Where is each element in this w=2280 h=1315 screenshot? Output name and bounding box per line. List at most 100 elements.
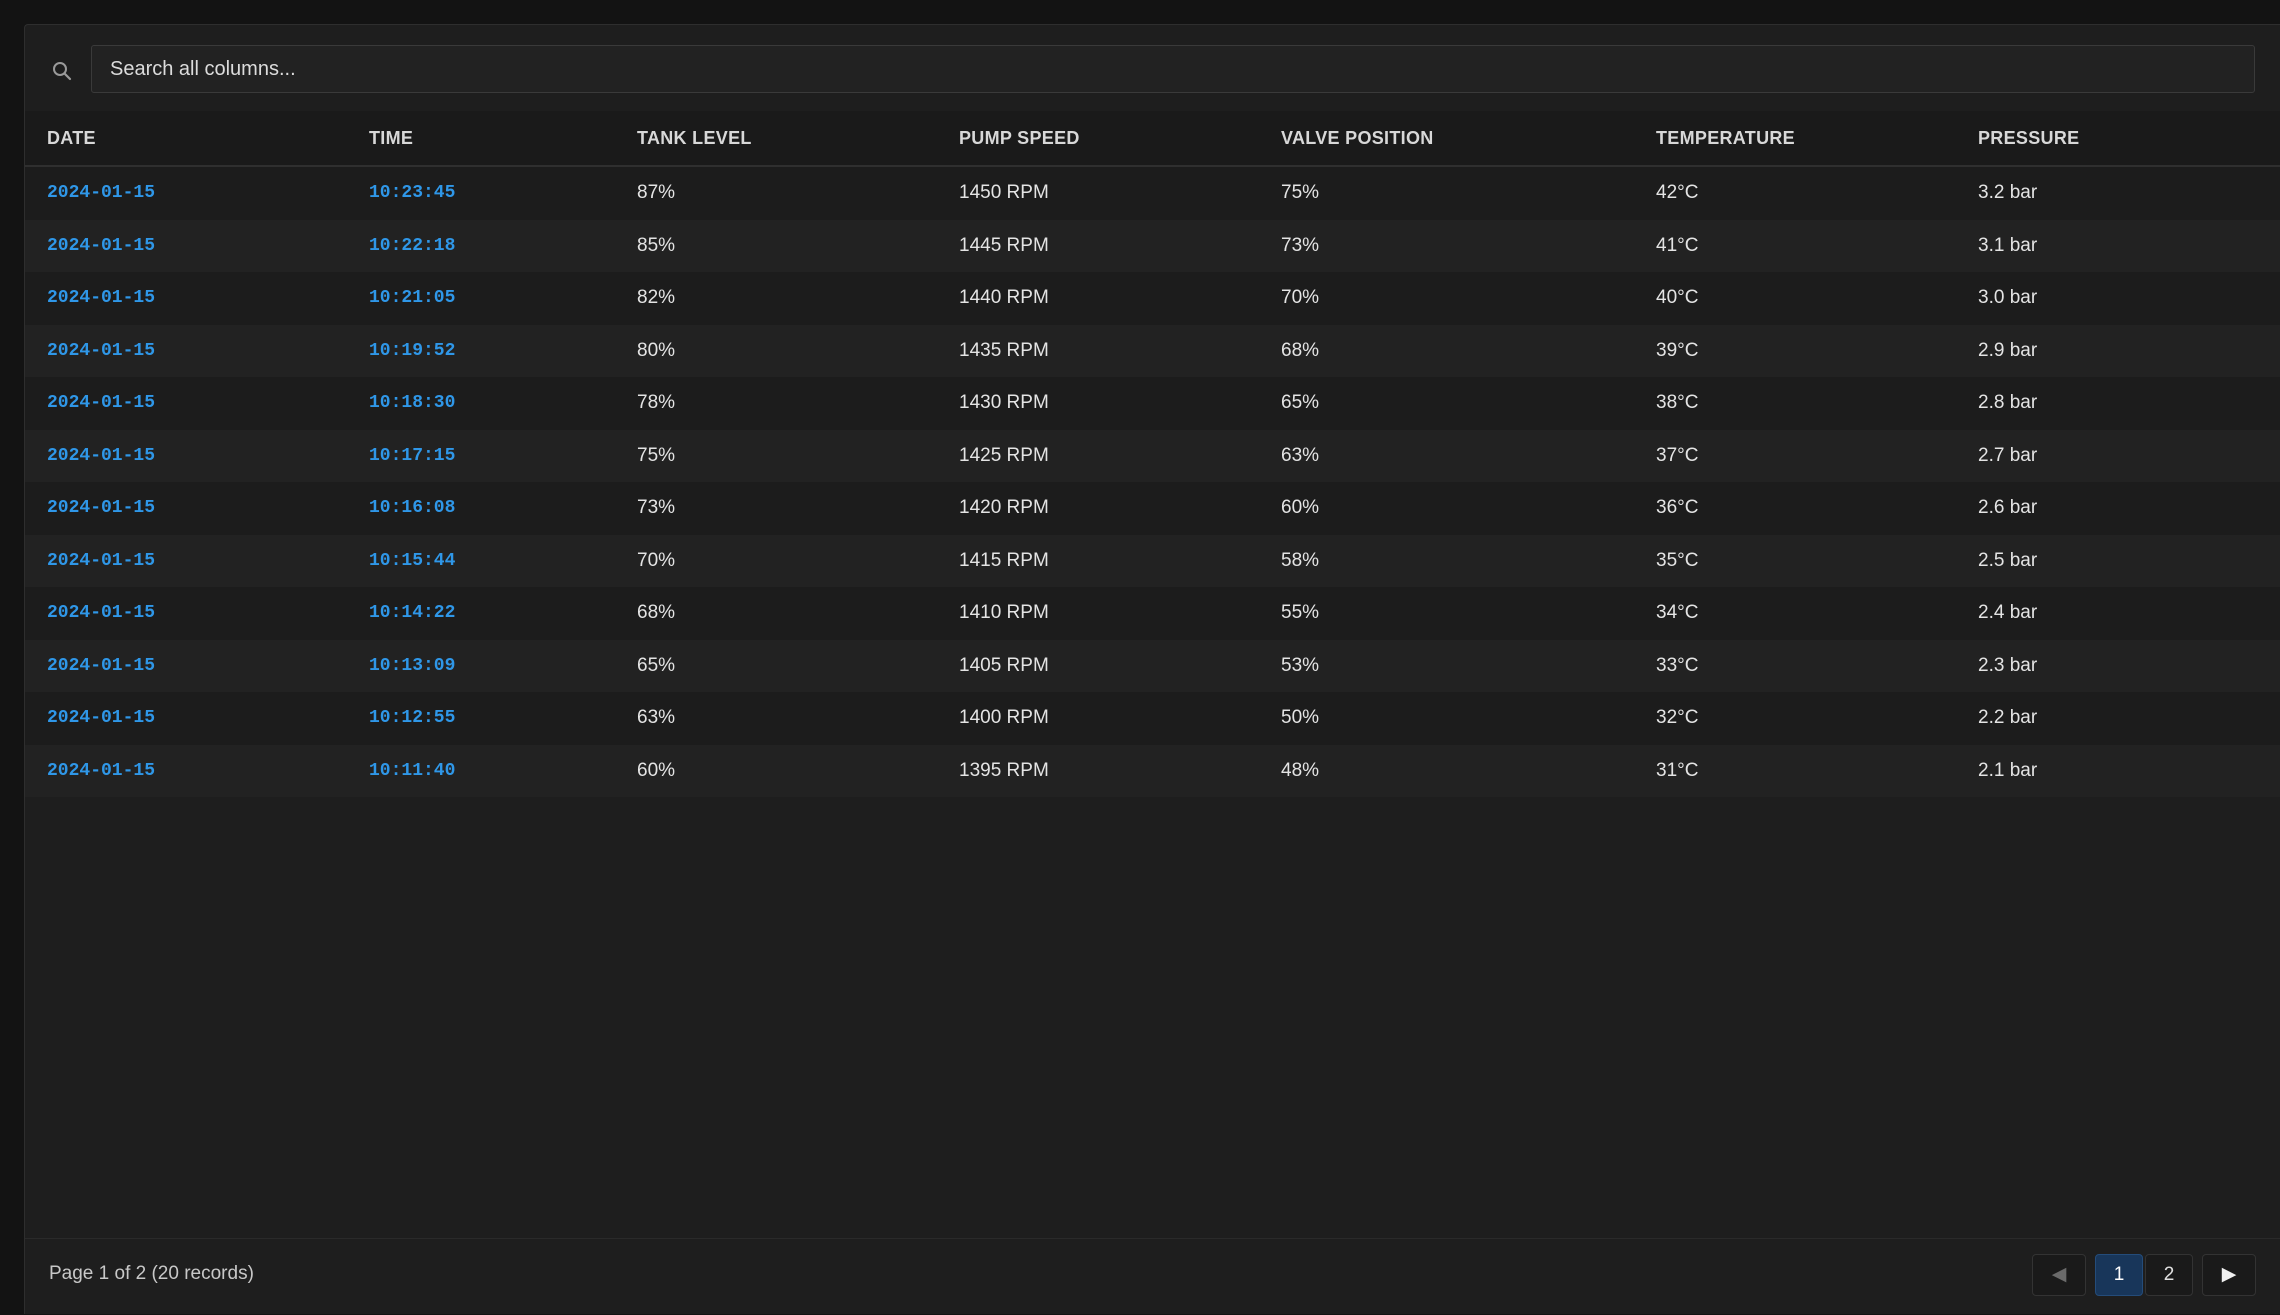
cell-tank-level: 60% [637, 759, 676, 781]
cell-date[interactable]: 2024-01-15 [47, 587, 155, 640]
page-1-button[interactable]: 1 [2095, 1254, 2143, 1296]
cell-tank-level: 65% [637, 654, 676, 676]
cell-time[interactable]: 10:12:55 [369, 692, 455, 745]
table-row[interactable]: 2024-01-15 10:14:22 68% 1410 RPM 55% 34°C 2.4 … [25, 587, 2280, 640]
cell-date[interactable]: 2024-01-15 [47, 377, 155, 430]
cell-time[interactable]: 10:16:08 [369, 482, 455, 535]
cell-valve-position: 68% [1281, 339, 1320, 361]
search-icon [51, 60, 73, 82]
cell-tank-level: 73% [637, 497, 676, 518]
cell-valve-position: 63% [1281, 444, 1320, 466]
column-header-temperature[interactable]: TEMPERATURE [1656, 111, 1795, 165]
cell-valve-position: 48% [1281, 759, 1320, 781]
cell-pressure: 3.2 bar [1978, 182, 2038, 203]
table-row[interactable]: 2024-01-15 10:21:05 82% 1440 RPM 70% 40°C 3.0 … [25, 272, 2280, 325]
table-row[interactable]: 2024-01-15 10:16:08 73% 1420 RPM 60% 36°C 2.6 … [25, 482, 2280, 535]
data-table: DATE TIME TANK LEVEL PUMP SPEED VALVE PO… [25, 111, 2280, 797]
cell-time[interactable]: 10:19:52 [369, 325, 455, 378]
table-row[interactable]: 2024-01-15 10:18:30 78% 1430 RPM 65% 38°C 2.8 … [25, 377, 2280, 430]
cell-tank-level: 63% [637, 707, 676, 728]
table-row[interactable]: 2024-01-15 10:17:15 75% 1425 RPM 63% 37°C 2.7 … [25, 429, 2280, 483]
cell-valve-position: 65% [1281, 392, 1320, 413]
cell-pump-speed: 1450 RPM [959, 182, 1049, 203]
cell-date[interactable]: 2024-01-15 [47, 482, 155, 535]
cell-date[interactable]: 2024-01-15 [47, 272, 155, 325]
column-header-valve-position[interactable]: VALVE POSITION [1281, 111, 1434, 165]
cell-pump-speed: 1395 RPM [959, 759, 1049, 781]
column-header-pressure[interactable]: PRESSURE [1978, 111, 2079, 165]
table-row[interactable]: 2024-01-15 10:13:09 65% 1405 RPM 53% 33°C 2.3 … [25, 639, 2280, 693]
search-bar [25, 25, 2280, 111]
cell-time[interactable]: 10:18:30 [369, 377, 455, 430]
table-body: 2024-01-15 10:23:45 87% 1450 RPM 75% 42°C 3.2 … [25, 167, 2280, 797]
cell-valve-position: 55% [1281, 602, 1320, 623]
pagination: ◀ 1 2 ▶ [2032, 1254, 2256, 1298]
column-header-pump-speed[interactable]: PUMP SPEED [959, 111, 1080, 165]
cell-pressure: 2.1 bar [1978, 759, 2038, 781]
table-row[interactable]: 2024-01-15 10:23:45 87% 1450 RPM 75% 42°C 3.2 … [25, 167, 2280, 220]
cell-pressure: 2.3 bar [1978, 654, 2038, 676]
data-table-panel: DATE TIME TANK LEVEL PUMP SPEED VALVE PO… [24, 24, 2280, 1314]
cell-date[interactable]: 2024-01-15 [47, 692, 155, 745]
cell-date[interactable]: 2024-01-15 [47, 325, 155, 378]
cell-tank-level: 75% [637, 444, 676, 466]
cell-date[interactable]: 2024-01-15 [47, 745, 155, 798]
next-page-button[interactable]: ▶ [2202, 1254, 2256, 1296]
chevron-left-icon: ◀ [2051, 1264, 2067, 1285]
cell-pressure: 2.8 bar [1978, 392, 2038, 413]
page-2-button[interactable]: 2 [2145, 1254, 2193, 1296]
cell-tank-level: 70% [637, 549, 676, 571]
table-row[interactable]: 2024-01-15 10:11:40 60% 1395 RPM 48% 31°C 2.1 … [25, 744, 2280, 798]
cell-valve-position: 60% [1281, 497, 1320, 518]
cell-time[interactable]: 10:15:44 [369, 535, 455, 588]
prev-page-button[interactable]: ◀ [2032, 1254, 2086, 1296]
cell-time[interactable]: 10:14:22 [369, 587, 455, 640]
cell-date[interactable]: 2024-01-15 [47, 535, 155, 588]
cell-time[interactable]: 10:11:40 [369, 745, 455, 798]
cell-pump-speed: 1425 RPM [959, 444, 1049, 466]
cell-date[interactable]: 2024-01-15 [47, 640, 155, 693]
cell-pump-speed: 1410 RPM [959, 602, 1049, 623]
cell-pressure: 2.2 bar [1978, 707, 2038, 728]
table-row[interactable]: 2024-01-15 10:19:52 80% 1435 RPM 68% 39°C 2.9 … [25, 324, 2280, 378]
cell-date[interactable]: 2024-01-15 [47, 167, 155, 220]
cell-time[interactable]: 10:13:09 [369, 640, 455, 693]
cell-time[interactable]: 10:23:45 [369, 167, 455, 220]
cell-temperature: 38°C [1656, 392, 1699, 413]
cell-temperature: 37°C [1656, 444, 1699, 466]
cell-pump-speed: 1405 RPM [959, 654, 1049, 676]
table-row[interactable]: 2024-01-15 10:15:44 70% 1415 RPM 58% 35°C 2.5 … [25, 534, 2280, 588]
column-header-tank-level[interactable]: TANK LEVEL [637, 111, 752, 165]
table-row[interactable]: 2024-01-15 10:12:55 63% 1400 RPM 50% 32°C 2.2 … [25, 692, 2280, 745]
cell-date[interactable]: 2024-01-15 [47, 220, 155, 273]
cell-temperature: 41°C [1656, 234, 1699, 256]
cell-pressure: 2.4 bar [1978, 602, 2038, 623]
cell-pump-speed: 1445 RPM [959, 234, 1049, 256]
cell-valve-position: 53% [1281, 654, 1320, 676]
table-row[interactable]: 2024-01-15 10:22:18 85% 1445 RPM 73% 41°C 3.1 … [25, 219, 2280, 273]
cell-pump-speed: 1430 RPM [959, 392, 1049, 413]
cell-pressure: 2.9 bar [1978, 339, 2038, 361]
cell-pressure: 3.1 bar [1978, 234, 2038, 256]
cell-tank-level: 85% [637, 234, 676, 256]
search-input[interactable] [91, 45, 2255, 93]
page-info: Page 1 of 2 (20 records) [49, 1263, 254, 1284]
cell-temperature: 42°C [1656, 182, 1699, 203]
cell-time[interactable]: 10:17:15 [369, 430, 455, 483]
cell-valve-position: 58% [1281, 549, 1320, 571]
cell-time[interactable]: 10:21:05 [369, 272, 455, 325]
cell-temperature: 35°C [1656, 549, 1699, 571]
cell-tank-level: 87% [637, 182, 676, 203]
cell-pump-speed: 1415 RPM [959, 549, 1049, 571]
table-footer: Page 1 of 2 (20 records) ◀ 1 2 ▶ [25, 1238, 2280, 1315]
cell-pump-speed: 1440 RPM [959, 287, 1049, 308]
column-header-date[interactable]: DATE [47, 111, 96, 165]
cell-pressure: 2.5 bar [1978, 549, 2038, 571]
cell-temperature: 32°C [1656, 707, 1699, 728]
cell-date[interactable]: 2024-01-15 [47, 430, 155, 483]
cell-temperature: 33°C [1656, 654, 1699, 676]
cell-pump-speed: 1400 RPM [959, 707, 1049, 728]
column-header-time[interactable]: TIME [369, 111, 413, 165]
cell-pressure: 3.0 bar [1978, 287, 2038, 308]
cell-time[interactable]: 10:22:18 [369, 220, 455, 273]
